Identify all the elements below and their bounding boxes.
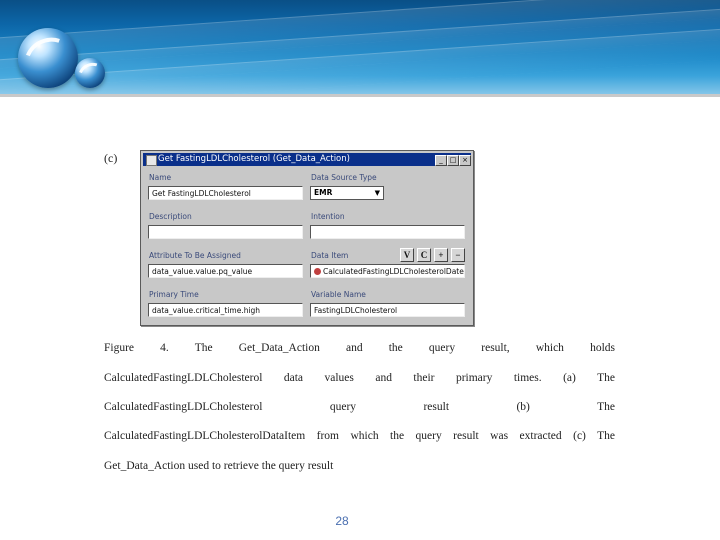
app-icon <box>146 155 157 166</box>
add-button[interactable]: + <box>434 248 448 262</box>
header-banner <box>0 0 720 97</box>
attribute-field[interactable]: data_value.value.pq_value <box>148 264 303 278</box>
description-label: Description <box>149 212 192 221</box>
dialog-titlebar: Get FastingLDLCholesterol (Get_Data_Acti… <box>143 153 471 166</box>
caption-line-3: CalculatedFastingLDLCholesterol query re… <box>104 401 615 413</box>
name-field[interactable]: Get FastingLDLCholesterol <box>148 186 303 200</box>
logo-small-globe-icon <box>73 58 111 94</box>
intention-label: Intention <box>311 212 345 221</box>
maximize-button[interactable]: □ <box>447 155 459 166</box>
remove-button[interactable]: − <box>451 248 465 262</box>
caption-line-5: Get_Data_Action used to retrieve the que… <box>104 460 334 472</box>
panel-label: (c) <box>104 151 118 165</box>
intention-field[interactable] <box>310 225 465 239</box>
dialog-title: Get FastingLDLCholesterol (Get_Data_Acti… <box>158 154 350 164</box>
page-number: 28 <box>335 514 349 528</box>
data-item-icon <box>314 268 321 275</box>
data-item-label: Data Item <box>311 251 349 260</box>
minimize-button[interactable]: _ <box>435 155 447 166</box>
caption-line-1: Figure 4. The Get_Data_Action and the qu… <box>104 342 615 354</box>
data-source-type-label: Data Source Type <box>311 173 377 182</box>
combo-arrow-icon[interactable]: ▼ <box>375 187 380 199</box>
caption-line-4: CalculatedFastingLDLCholesterolDataItem … <box>104 430 615 442</box>
create-button[interactable]: C <box>417 248 431 262</box>
banner-divider <box>0 94 720 97</box>
attribute-label: Attribute To Be Assigned <box>149 251 241 260</box>
get-data-action-dialog: Get FastingLDLCholesterol (Get_Data_Acti… <box>140 150 474 326</box>
variable-name-field[interactable]: FastingLDLCholesterol <box>310 303 465 317</box>
caption-line-2: CalculatedFastingLDLCholesterol data val… <box>104 372 615 384</box>
close-button[interactable]: × <box>459 155 471 166</box>
description-field[interactable] <box>148 225 303 239</box>
data-item-field[interactable]: CalculatedFastingLDLCholesterolDate <box>310 264 465 278</box>
view-button[interactable]: V <box>400 248 414 262</box>
data-item-value: CalculatedFastingLDLCholesterolDate <box>323 267 464 276</box>
data-source-type-select[interactable]: EMR ▼ <box>310 186 384 200</box>
primary-time-field[interactable]: data_value.critical_time.high <box>148 303 303 317</box>
name-label: Name <box>149 173 172 182</box>
data-source-type-value: EMR <box>314 188 333 197</box>
primary-time-label: Primary Time <box>149 290 199 299</box>
logo-globe-icon <box>16 28 84 95</box>
variable-name-label: Variable Name <box>311 290 366 299</box>
